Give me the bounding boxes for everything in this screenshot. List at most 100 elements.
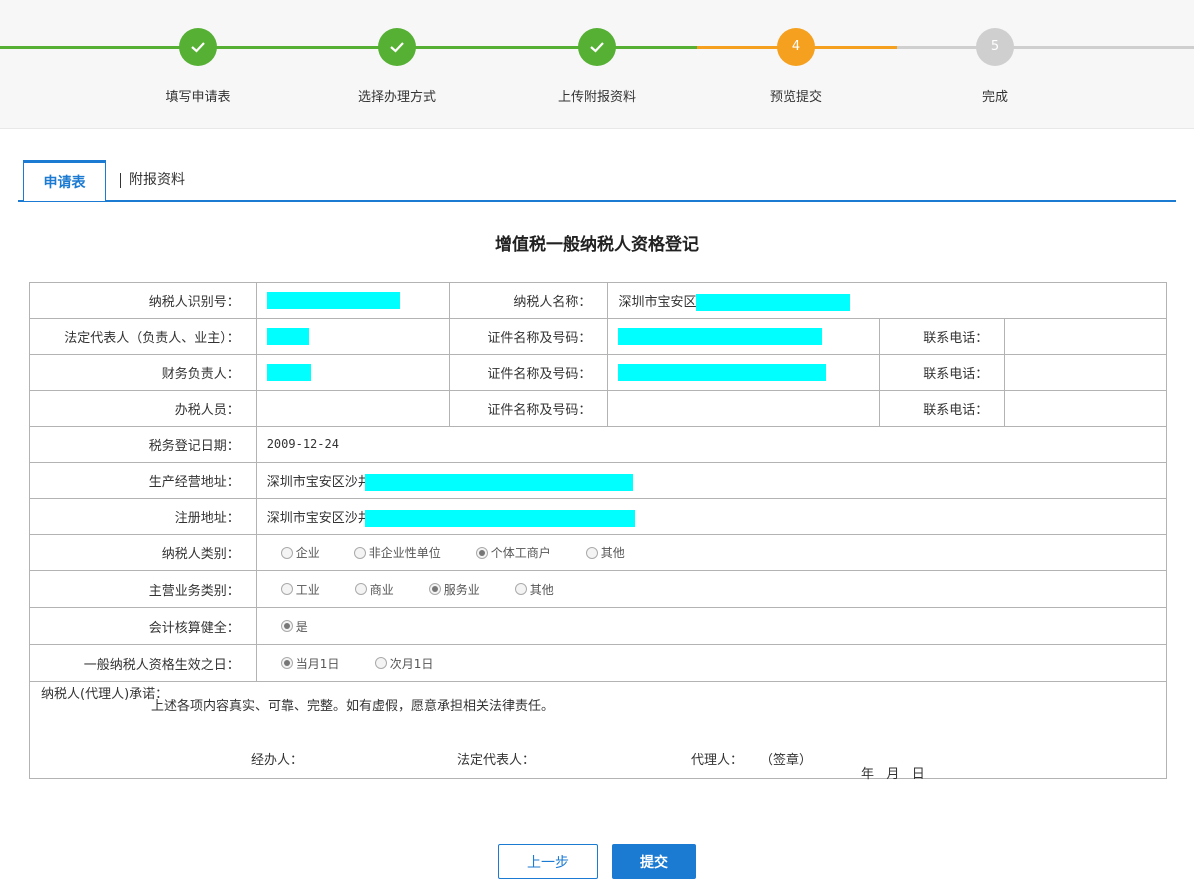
taxpayer-name-value: 深圳市宝安区 xyxy=(607,282,1167,319)
reg-addr-text: 深圳市宝安区沙井 xyxy=(266,510,371,526)
progress-line-todo xyxy=(897,46,1194,49)
pledge-text: 上述各项内容真实、可靠、完整。如有虚假，愿意承担相关法律责任。 xyxy=(151,699,555,714)
legal-rep-value xyxy=(255,318,450,355)
radio-option[interactable]: 其他 xyxy=(514,581,554,598)
redaction-mask xyxy=(696,293,851,311)
step-1-check-icon xyxy=(179,28,217,66)
step-3-check-icon xyxy=(578,28,616,66)
table-row: 纳税人(代理人)承诺： 上述各项内容真实、可靠、完整。如有虚假，愿意承担相关法律… xyxy=(29,681,1167,782)
radio-option-selected[interactable]: 服务业 xyxy=(428,581,515,598)
radio-option[interactable]: 次月1日 xyxy=(374,655,434,672)
radio-label: 其他 xyxy=(600,546,625,560)
radio-label: 其他 xyxy=(529,582,554,597)
table-row: 法定代表人（负责人、业主）： 证件名称及号码： 联系电话： xyxy=(29,318,1167,355)
radio-option-selected[interactable]: 个体工商户 xyxy=(475,544,586,561)
radio-selected-icon xyxy=(280,620,293,632)
radio-icon xyxy=(514,583,527,595)
biz-addr-value: 深圳市宝安区沙井 xyxy=(255,462,1168,499)
agent-id-label: 证件名称及号码： xyxy=(448,390,609,427)
progress-steps: 4 5 填写申请表 选择办理方式 上传附报资料 预览提交 完成 xyxy=(0,0,1194,129)
step-5-label: 完成 xyxy=(981,90,1008,105)
agent-label: 办税人员： xyxy=(29,390,257,427)
pledge-title: 纳税人(代理人)承诺： xyxy=(41,687,169,702)
reg-date-label: 税务登记日期： xyxy=(29,426,257,463)
radio-label: 个体工商户 xyxy=(490,546,551,560)
table-row: 生产经营地址： 深圳市宝安区沙井 xyxy=(29,462,1168,499)
taxpayer-type-options: 企业 非企业性单位 个体工商户 其他 xyxy=(255,534,1168,571)
proxy-label: 代理人： xyxy=(691,753,744,768)
step-4-label: 预览提交 xyxy=(769,90,822,105)
radio-label: 商业 xyxy=(369,582,394,597)
business-type-options: 工业 商业 服务业 其他 xyxy=(255,570,1168,608)
reg-addr-label: 注册地址： xyxy=(29,498,257,535)
taxpayer-name-text: 深圳市宝安区 xyxy=(618,294,697,310)
redaction-mask xyxy=(266,292,400,309)
radio-option-selected[interactable]: 是 xyxy=(280,618,308,635)
redaction-mask xyxy=(364,473,633,491)
step-4-number: 4 xyxy=(777,28,815,66)
finance-id-value xyxy=(607,354,881,391)
table-row: 财务负责人： 证件名称及号码： 联系电话： xyxy=(29,354,1167,391)
radio-option[interactable]: 工业 xyxy=(280,581,355,598)
radio-selected-icon xyxy=(280,657,293,669)
radio-label: 当月1日 xyxy=(295,656,340,671)
reg-date-text: 2009-12-24 xyxy=(266,437,339,451)
table-row: 主营业务类别： 工业 商业 服务业 其他 xyxy=(29,570,1168,608)
biz-addr-text: 深圳市宝安区沙井 xyxy=(266,474,371,490)
effective-label: 一般纳税人资格生效之日： xyxy=(29,644,257,682)
handler-label: 经办人： xyxy=(251,753,304,768)
finance-phone-label: 联系电话： xyxy=(879,354,1006,391)
finance-value xyxy=(255,354,450,391)
biz-addr-label: 生产经营地址： xyxy=(29,462,257,499)
seal-label: （签章） xyxy=(760,753,813,768)
radio-label: 是 xyxy=(295,619,308,634)
radio-label: 非企业性单位 xyxy=(368,546,441,560)
taxpayer-name-label: 纳税人名称： xyxy=(448,282,609,319)
agent-value xyxy=(255,390,450,427)
radio-selected-icon xyxy=(428,583,441,595)
radio-selected-icon xyxy=(475,546,488,559)
radio-icon xyxy=(585,546,598,559)
radio-option[interactable]: 非企业性单位 xyxy=(353,544,476,561)
reg-addr-value: 深圳市宝安区沙井 xyxy=(255,498,1168,535)
legal-rep-label: 法定代表人（负责人、业主）： xyxy=(29,318,257,355)
taxpayer-type-label: 纳税人类别： xyxy=(29,534,257,571)
taxpayer-id-value xyxy=(255,282,450,319)
table-row: 税务登记日期： 2009-12-24 xyxy=(29,426,1168,463)
agent-phone-value xyxy=(1004,390,1167,427)
finance-id-label: 证件名称及号码： xyxy=(448,354,609,391)
registration-form-table: 纳税人识别号： 纳税人名称： 深圳市宝安区 法定代表人（负责人、业主）： 证件名… xyxy=(29,282,1168,782)
legal-rep-phone-label: 联系电话： xyxy=(879,318,1006,355)
redaction-mask xyxy=(266,328,309,345)
table-row: 会计核算健全： 是 xyxy=(29,607,1168,645)
redaction-mask xyxy=(618,328,823,345)
agent-phone-label: 联系电话： xyxy=(879,390,1006,427)
radio-label: 工业 xyxy=(295,582,320,597)
accounting-options: 是 xyxy=(255,607,1168,645)
tab-application-form[interactable]: 申请表 xyxy=(23,160,106,201)
finance-label: 财务负责人： xyxy=(29,354,257,391)
submit-button[interactable]: 提交 xyxy=(612,844,696,879)
prev-step-button[interactable]: 上一步 xyxy=(498,844,598,879)
step-2-check-icon xyxy=(378,28,416,66)
agent-id-value xyxy=(607,390,881,427)
radio-option[interactable]: 商业 xyxy=(354,581,429,598)
radio-option-selected[interactable]: 当月1日 xyxy=(280,655,375,672)
radio-icon xyxy=(280,546,293,559)
table-row: 办税人员： 证件名称及号码： 联系电话： xyxy=(29,390,1167,427)
radio-option[interactable]: 其他 xyxy=(585,544,625,561)
table-row: 纳税人识别号： 纳税人名称： 深圳市宝安区 xyxy=(29,282,1167,319)
radio-icon xyxy=(353,546,366,559)
radio-label: 次月1日 xyxy=(389,656,434,671)
step-1-label: 填写申请表 xyxy=(165,90,231,105)
accounting-label: 会计核算健全： xyxy=(29,607,257,645)
tab-attachments[interactable]: 附报资料 xyxy=(120,173,185,188)
redaction-mask xyxy=(618,364,827,381)
taxpayer-id-label: 纳税人识别号： xyxy=(29,282,257,319)
legal-rep-phone-value xyxy=(1004,318,1167,355)
radio-option[interactable]: 企业 xyxy=(280,544,354,561)
table-row: 纳税人类别： 企业 非企业性单位 个体工商户 其他 xyxy=(29,534,1168,571)
table-row: 注册地址： 深圳市宝安区沙井 xyxy=(29,498,1168,535)
legal-rep-id-label: 证件名称及号码： xyxy=(448,318,609,355)
radio-label: 企业 xyxy=(295,546,320,560)
